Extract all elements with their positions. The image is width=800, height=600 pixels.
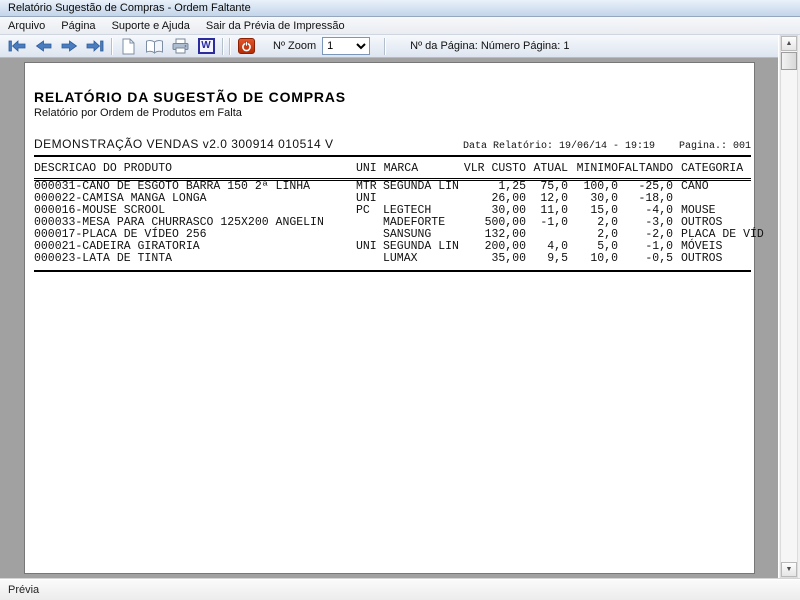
company-name: DEMONSTRAÇÃO VENDAS v2.0 300914 010514 V	[34, 137, 333, 151]
app-window: Relatório Sugestão de Compras - Ordem Fa…	[0, 0, 800, 600]
window-title: Relatório Sugestão de Compras - Ordem Fa…	[8, 2, 251, 14]
single-page-view-button[interactable]	[115, 36, 141, 56]
scroll-down-button[interactable]: ▼	[781, 562, 797, 577]
report-page: RELATÓRIO DA SUGESTÃO DE COMPRAS Relatór…	[24, 62, 755, 574]
cell-categoria: OUTROS	[673, 253, 751, 271]
first-page-icon	[8, 40, 26, 52]
cell-categoria: CANO	[673, 180, 751, 194]
status-text: Prévia	[8, 584, 39, 596]
cell-uni: UNI	[356, 241, 383, 253]
table-row: 000023-LATA DE TINTA LUMAX 35,00 9,5 10,…	[34, 253, 751, 271]
report-table: DESCRICAO DO PRODUTO UNI MARCA VLR CUSTO…	[34, 162, 751, 272]
cell-vlr-custo: 35,00	[461, 253, 526, 271]
cell-uni: PC	[356, 205, 383, 217]
toolbar: W Nº Zoom 1 Nº da Página: Número Página:…	[0, 35, 778, 58]
statusbar: Prévia	[0, 578, 800, 600]
toolbar-separator	[384, 38, 385, 55]
close-preview-button[interactable]	[233, 36, 259, 56]
table-row: 000031-CANO DE ESGOTO BARRA 150 2ª LINHA…	[34, 180, 751, 194]
cell-vlr-custo: 1,25	[461, 180, 526, 194]
cell-atual: 9,5	[526, 253, 568, 271]
next-page-icon	[61, 40, 78, 52]
printer-icon	[172, 38, 189, 54]
scroll-down-icon: ▼	[786, 566, 793, 573]
zoom-select[interactable]: 1	[322, 37, 370, 55]
toolbar-separator	[222, 38, 223, 55]
cell-descricao: 000023-LATA DE TINTA	[34, 253, 356, 271]
menubar: Arquivo Página Suporte e Ajuda Sair da P…	[0, 17, 800, 35]
toolbar-separator	[111, 38, 112, 55]
col-categoria: CATEGORIA	[673, 162, 751, 180]
cell-descricao: 000031-CANO DE ESGOTO BARRA 150 2ª LINHA	[34, 180, 356, 194]
toolbar-separator	[229, 38, 230, 55]
cell-atual: 75,0	[526, 180, 568, 194]
report-subtitle: Relatório por Ordem de Produtos em Falta	[34, 107, 754, 120]
vertical-scrollbar[interactable]: ▲ ▼	[778, 35, 800, 578]
two-page-view-button[interactable]	[141, 36, 167, 56]
table-body: 000031-CANO DE ESGOTO BARRA 150 2ª LINHA…	[34, 180, 751, 272]
report-header-row: DEMONSTRAÇÃO VENDAS v2.0 300914 010514 V…	[34, 137, 751, 154]
scroll-up-button[interactable]: ▲	[781, 36, 797, 51]
cell-marca: SEGUNDA LIN	[383, 180, 461, 194]
next-page-button[interactable]	[56, 36, 82, 56]
menu-suporte-e-ajuda[interactable]: Suporte e Ajuda	[104, 18, 198, 34]
scrollbar-thumb[interactable]	[781, 52, 797, 70]
two-page-book-icon	[145, 39, 164, 54]
window-titlebar[interactable]: Relatório Sugestão de Compras - Ordem Fa…	[0, 0, 800, 17]
cell-atual: -1,0	[526, 217, 568, 229]
power-icon	[238, 38, 255, 54]
col-minimo: MINIMO	[568, 162, 618, 180]
report-date: Data Relatório: 19/06/14 - 19:19	[463, 140, 655, 154]
cell-marca: LUMAX	[383, 253, 461, 271]
cell-faltando: -25,0	[618, 180, 673, 194]
table-header-row: DESCRICAO DO PRODUTO UNI MARCA VLR CUSTO…	[34, 162, 751, 180]
print-button[interactable]	[167, 36, 193, 56]
scrollbar-track[interactable]: ▲ ▼	[780, 35, 798, 578]
menu-pagina[interactable]: Página	[53, 18, 103, 34]
col-vlr-custo: VLR CUSTO	[461, 162, 526, 180]
col-descricao: DESCRICAO DO PRODUTO	[34, 162, 356, 180]
previous-page-icon	[35, 40, 52, 52]
previous-page-button[interactable]	[30, 36, 56, 56]
cell-minimo: 100,0	[568, 180, 618, 194]
header-rule	[34, 155, 751, 157]
word-icon: W	[198, 38, 215, 54]
preview-main: W Nº Zoom 1 Nº da Página: Número Página:…	[0, 35, 800, 578]
menu-arquivo[interactable]: Arquivo	[0, 18, 53, 34]
cell-faltando: -0,5	[618, 253, 673, 271]
cell-uni: MTR	[356, 180, 383, 194]
last-page-button[interactable]	[82, 36, 108, 56]
cell-uni	[356, 253, 383, 271]
col-faltando: FALTANDO	[618, 162, 673, 180]
menu-sair-da-previa[interactable]: Sair da Prévia de Impressão	[198, 18, 353, 34]
report-title: RELATÓRIO DA SUGESTÃO DE COMPRAS	[34, 89, 754, 105]
report-page-number: Pagina.: 001	[679, 140, 751, 154]
col-atual: ATUAL	[526, 162, 568, 180]
col-uni-marca: UNI MARCA	[356, 162, 461, 180]
export-word-button[interactable]: W	[193, 36, 219, 56]
zoom-label: Nº Zoom	[273, 40, 316, 52]
first-page-button[interactable]	[4, 36, 30, 56]
cell-uni	[356, 217, 383, 229]
last-page-icon	[86, 40, 104, 52]
single-page-icon	[121, 38, 135, 55]
cell-minimo: 10,0	[568, 253, 618, 271]
preview-workspace: RELATÓRIO DA SUGESTÃO DE COMPRAS Relatór…	[0, 58, 778, 578]
scroll-up-icon: ▲	[786, 40, 793, 47]
page-number-label: Nº da Página: Número Página: 1	[410, 40, 569, 52]
